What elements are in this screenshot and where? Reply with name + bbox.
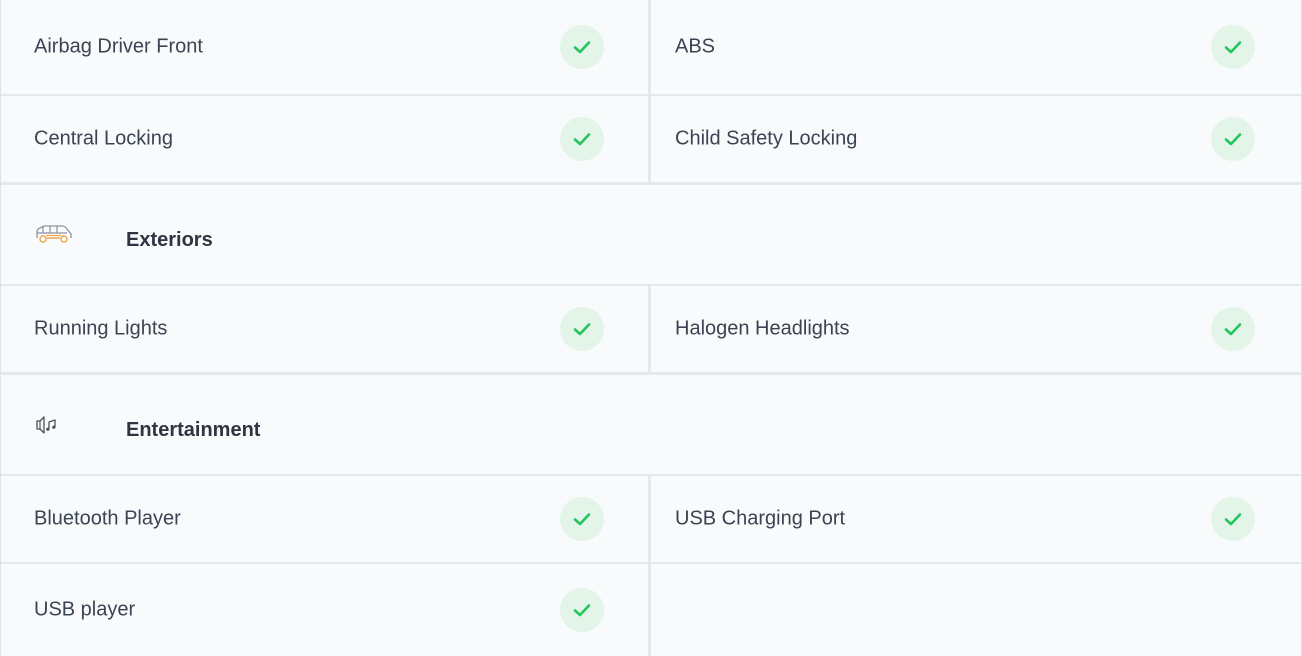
check-icon bbox=[560, 307, 604, 351]
feature-row: Airbag Driver Front ABS bbox=[1, 0, 1301, 96]
speaker-music-icon bbox=[34, 413, 74, 437]
feature-label: Airbag Driver Front bbox=[34, 35, 203, 58]
feature-cell: Halogen Headlights bbox=[651, 286, 1301, 372]
feature-row: Bluetooth Player USB Charging Port bbox=[1, 476, 1301, 564]
feature-row: Running Lights Halogen Headlights bbox=[1, 286, 1301, 374]
feature-cell: Bluetooth Player bbox=[1, 476, 651, 562]
check-icon bbox=[1211, 117, 1255, 161]
section-header-entertainment: Entertainment bbox=[1, 374, 1301, 476]
feature-cell: Child Safety Locking bbox=[651, 96, 1301, 182]
feature-cell: Running Lights bbox=[1, 286, 651, 372]
features-panel: Airbag Driver Front ABS Central Locking … bbox=[0, 0, 1302, 656]
section-header-exteriors: Exteriors bbox=[1, 184, 1301, 286]
feature-label: Central Locking bbox=[34, 127, 173, 150]
feature-cell-empty bbox=[651, 564, 1301, 656]
feature-cell: ABS bbox=[651, 0, 1301, 94]
check-icon bbox=[560, 117, 604, 161]
feature-cell: USB player bbox=[1, 564, 651, 656]
feature-label: USB Charging Port bbox=[675, 507, 846, 530]
feature-label: USB player bbox=[34, 598, 136, 621]
check-icon bbox=[1211, 497, 1255, 541]
feature-row: USB player bbox=[1, 564, 1301, 656]
feature-cell: Central Locking bbox=[1, 96, 651, 182]
feature-row: Central Locking Child Safety Locking bbox=[1, 96, 1301, 184]
feature-cell: Airbag Driver Front bbox=[1, 0, 651, 94]
check-icon bbox=[1211, 25, 1255, 69]
feature-label: ABS bbox=[675, 35, 716, 58]
check-icon bbox=[560, 25, 604, 69]
feature-cell: USB Charging Port bbox=[651, 476, 1301, 562]
check-icon bbox=[560, 588, 604, 632]
check-icon bbox=[1211, 307, 1255, 351]
section-title: Exteriors bbox=[126, 229, 213, 251]
car-icon bbox=[34, 223, 74, 247]
section-title: Entertainment bbox=[126, 419, 261, 441]
feature-label: Running Lights bbox=[34, 317, 168, 340]
feature-label: Halogen Headlights bbox=[675, 317, 850, 340]
feature-label: Child Safety Locking bbox=[675, 127, 858, 150]
feature-label: Bluetooth Player bbox=[34, 507, 181, 530]
check-icon bbox=[560, 497, 604, 541]
